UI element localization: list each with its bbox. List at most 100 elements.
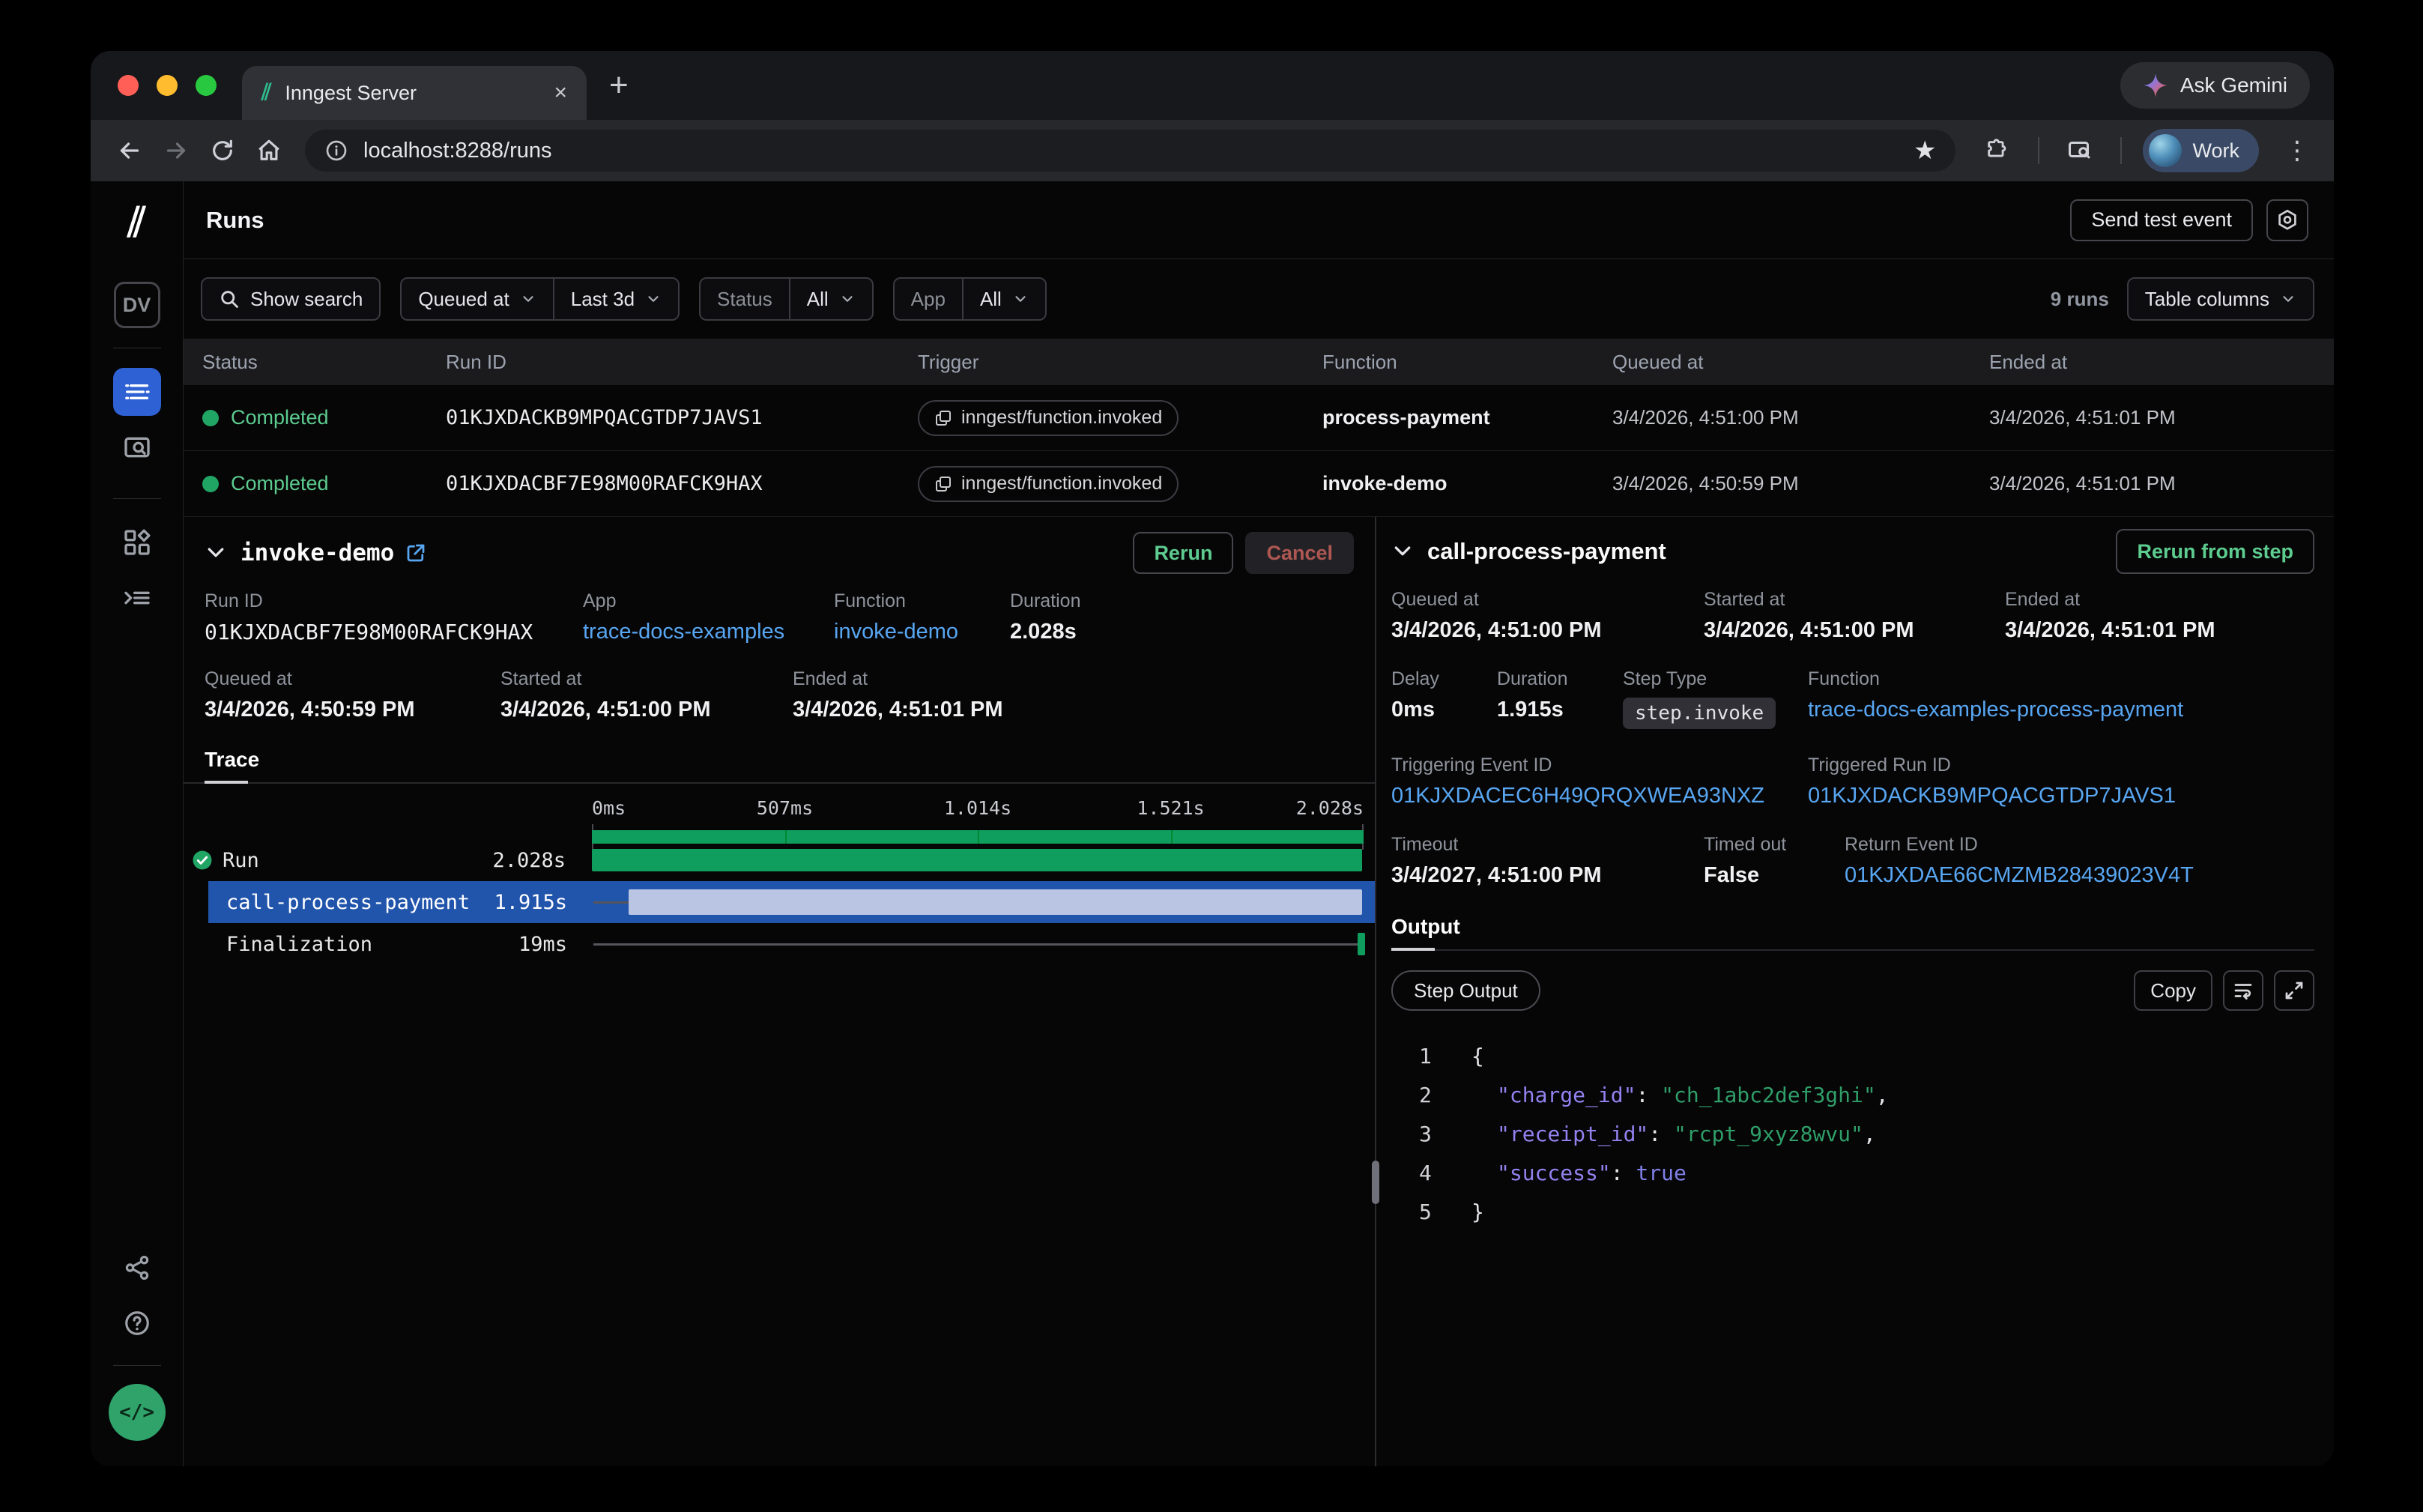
step-function-link[interactable]: trace-docs-examples-process-payment: [1808, 698, 2314, 722]
run-span-bar[interactable]: [592, 849, 1362, 871]
address-bar[interactable]: localhost:8288/runs ★: [305, 130, 1955, 172]
run-id-field: Run ID 01KJXDACBF7E98M00RAFCK9HAX: [205, 590, 583, 644]
run-id-cell[interactable]: 01KJXDACKB9MPQACGTDP7JAVS1: [446, 406, 918, 429]
trace-span-finalization[interactable]: Finalization 19ms: [184, 923, 1375, 965]
finalization-span-bar[interactable]: [1358, 933, 1365, 955]
table-row[interactable]: Completed 01KJXDACKB9MPQACGTDP7JAVS1 inn…: [184, 385, 2334, 451]
home-icon[interactable]: [249, 131, 288, 170]
help-button[interactable]: [113, 1299, 161, 1347]
expand-button[interactable]: [2274, 970, 2314, 1011]
extensions-icon[interactable]: [1978, 131, 2017, 170]
chevron-down-icon[interactable]: [1391, 540, 1414, 563]
close-window-button[interactable]: [118, 75, 139, 96]
sidebar-item-apps[interactable]: [113, 518, 161, 566]
window-controls: [91, 75, 242, 96]
column-header[interactable]: Run ID: [446, 351, 918, 374]
profile-chip[interactable]: Work: [2143, 129, 2259, 172]
site-info-icon[interactable]: [324, 139, 348, 163]
function-field: Function invoke-demo: [834, 590, 1010, 644]
sidebar-item-doc-search[interactable]: [113, 423, 161, 471]
trace-span-step[interactable]: call-process-payment 1.915s: [184, 881, 1375, 923]
minimize-window-button[interactable]: [157, 75, 178, 96]
app-link[interactable]: trace-docs-examples: [583, 620, 834, 644]
queued-at-cell: 3/4/2026, 4:51:00 PM: [1612, 406, 1989, 429]
back-icon[interactable]: [110, 131, 149, 170]
run-id-cell[interactable]: 01KJXDACBF7E98M00RAFCK9HAX: [446, 472, 918, 495]
chevron-down-icon[interactable]: [205, 542, 227, 564]
column-header[interactable]: Ended at: [1989, 351, 2334, 374]
rerun-from-step-button[interactable]: Rerun from step: [2116, 529, 2314, 574]
duration-field: Duration 2.028s: [1010, 590, 1354, 644]
triggering-event-id-field: Triggering Event ID 01KJXDACEC6H49QRQXWE…: [1391, 755, 1808, 808]
app-sidebar: ⫽ DV </>: [91, 181, 184, 1466]
external-link-icon[interactable]: [405, 542, 427, 564]
browser-menu-icon[interactable]: ⋮: [2284, 136, 2310, 166]
avatar: [2149, 134, 2182, 167]
new-tab-button[interactable]: +: [609, 67, 629, 104]
tab-close-icon[interactable]: ×: [554, 80, 567, 106]
output-code-block[interactable]: 1 { 2 "charge_id": "ch_1abc2def3ghi", 3 …: [1391, 1036, 2314, 1231]
step-span-bar[interactable]: [629, 889, 1362, 915]
triggering-event-id-link[interactable]: 01KJXDACEC6H49QRQXWEA93NXZ: [1391, 784, 1808, 808]
app-dropdown[interactable]: All: [962, 279, 1045, 319]
function-invoked-icon: [934, 409, 952, 427]
sidebar-item-terminal[interactable]: [113, 574, 161, 622]
forward-icon[interactable]: [157, 131, 196, 170]
url-text[interactable]: localhost:8288/runs: [363, 139, 1899, 163]
tab-search-icon[interactable]: [2060, 131, 2099, 170]
settings-gear-button[interactable]: [2266, 199, 2308, 241]
column-header[interactable]: Status: [202, 351, 446, 374]
triggered-run-id-link[interactable]: 01KJXDACKB9MPQACGTDP7JAVS1: [1808, 784, 2314, 808]
trace-span-run[interactable]: Run 2.028s: [184, 839, 1375, 881]
ask-gemini-button[interactable]: Ask Gemini: [2120, 62, 2310, 109]
share-button[interactable]: [113, 1244, 161, 1292]
sidebar-item-runs[interactable]: [113, 368, 161, 416]
status-dot: [202, 476, 219, 492]
trigger-pill[interactable]: inngest/function.invoked: [918, 400, 1179, 436]
step-output-button[interactable]: Step Output: [1391, 970, 1540, 1011]
panel-resize-handle[interactable]: [1372, 1161, 1379, 1204]
dev-tools-button[interactable]: </>: [109, 1384, 166, 1441]
copy-button[interactable]: Copy: [2134, 970, 2212, 1011]
column-header[interactable]: Trigger: [918, 351, 1322, 374]
column-header[interactable]: Function: [1322, 351, 1612, 374]
word-wrap-button[interactable]: [2223, 970, 2263, 1011]
step-type-chip: step.invoke: [1623, 698, 1776, 729]
zoom-window-button[interactable]: [196, 75, 217, 96]
ended-at-field: Ended at 3/4/2026, 4:51:01 PM: [793, 668, 1354, 722]
page-header: Runs Send test event: [184, 181, 2334, 259]
run-details-panel: invoke-demo Rerun Cancel Run ID 01KJXDAC…: [184, 517, 1376, 1466]
output-toolbar: Step Output Copy: [1391, 970, 2314, 1011]
show-search-button[interactable]: Show search: [201, 277, 381, 321]
trigger-pill[interactable]: inngest/function.invoked: [918, 466, 1179, 502]
bookmark-star-icon[interactable]: ★: [1914, 136, 1936, 166]
chevron-down-icon: [520, 291, 536, 307]
cancel-button[interactable]: Cancel: [1245, 532, 1354, 574]
function-link[interactable]: invoke-demo: [834, 620, 1010, 644]
workspace-badge[interactable]: DV: [114, 282, 160, 328]
ruler-tick-label: 507ms: [757, 797, 813, 819]
return-event-id-link[interactable]: 01KJXDAE66CMZMB28439023V4T: [1845, 863, 2314, 888]
profile-label: Work: [2192, 139, 2239, 163]
time-range-dropdown[interactable]: Last 3d: [553, 279, 678, 319]
step-details-panel: call-process-payment Rerun from step Que…: [1376, 517, 2334, 1466]
chevron-down-icon: [1012, 291, 1029, 307]
timeout-field: Timeout3/4/2027, 4:51:00 PM: [1391, 834, 1704, 888]
rerun-button[interactable]: Rerun: [1133, 532, 1233, 574]
status-dropdown[interactable]: All: [789, 279, 872, 319]
app-filter: App All: [893, 277, 1047, 321]
code-line: 1 {: [1391, 1036, 2314, 1075]
send-test-event-button[interactable]: Send test event: [2070, 199, 2253, 241]
reload-icon[interactable]: [203, 131, 242, 170]
table-row[interactable]: Completed 01KJXDACBF7E98M00RAFCK9HAX inn…: [184, 451, 2334, 517]
status-filter: Status All: [699, 277, 874, 321]
table-columns-dropdown[interactable]: Table columns: [2127, 277, 2314, 321]
browser-window: ⫽ Inngest Server × + Ask Gemini: [91, 51, 2334, 1466]
tab-output[interactable]: Output: [1391, 915, 1460, 949]
time-field-dropdown[interactable]: Queued at: [402, 279, 552, 319]
browser-tab[interactable]: ⫽ Inngest Server ×: [242, 66, 587, 120]
delay-field: Delay0ms: [1391, 668, 1497, 729]
column-header[interactable]: Queued at: [1612, 351, 1989, 374]
tab-trace[interactable]: Trace: [205, 748, 259, 782]
status-badge: Completed: [231, 406, 329, 429]
